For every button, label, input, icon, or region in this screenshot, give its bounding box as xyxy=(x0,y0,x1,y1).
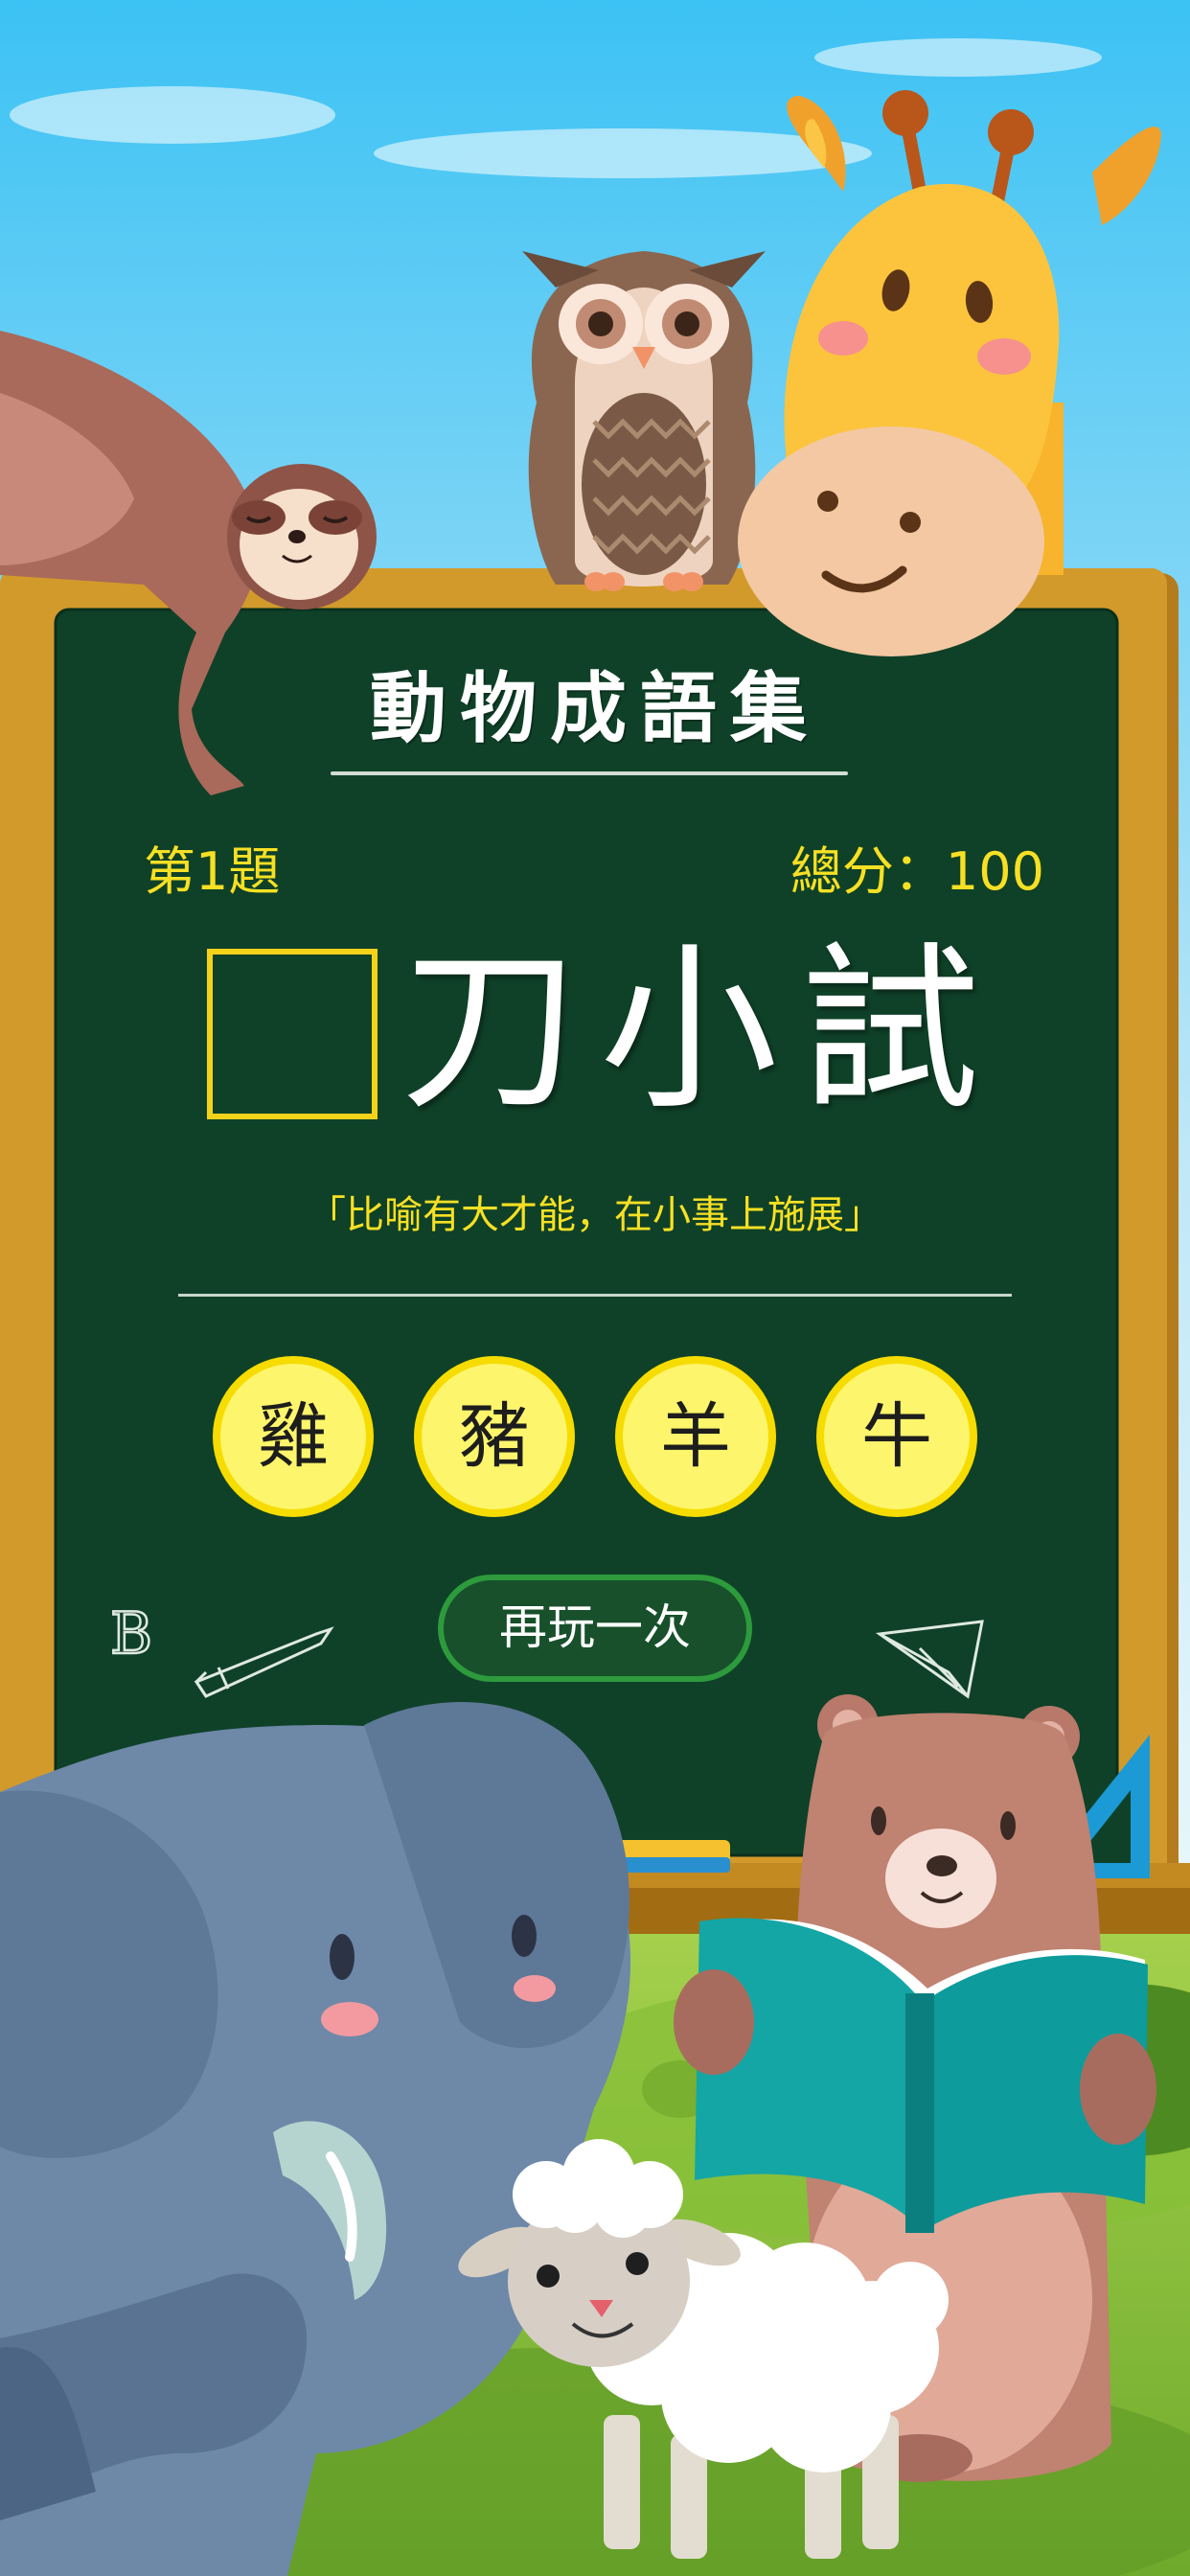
option-button-chicken[interactable]: 雞 xyxy=(213,1356,374,1517)
owl xyxy=(522,251,766,591)
game-scene: B xyxy=(0,0,1190,2576)
chalk-letter-b: B xyxy=(110,1600,152,1668)
score-label: 總分：100 xyxy=(790,841,1044,902)
idiom-char-4: 試 xyxy=(800,926,979,1134)
option-button-cow[interactable]: 牛 xyxy=(816,1356,977,1517)
answer-blank-box xyxy=(207,949,378,1119)
title-underline xyxy=(331,771,848,775)
idiom-hint: 「比喻有大才能，在小事上施展」 xyxy=(308,1193,882,1237)
idiom-char-3: 小 xyxy=(599,926,778,1134)
replay-button[interactable]: 再玩一次 xyxy=(438,1575,752,1682)
level-label: 第1題 xyxy=(144,841,281,902)
option-button-pig[interactable]: 豬 xyxy=(414,1356,575,1517)
idiom-char-2: 刀 xyxy=(400,926,579,1134)
option-button-sheep[interactable]: 羊 xyxy=(615,1356,776,1517)
board-divider xyxy=(178,1294,1012,1297)
game-title: 動物成語集 xyxy=(370,663,820,753)
